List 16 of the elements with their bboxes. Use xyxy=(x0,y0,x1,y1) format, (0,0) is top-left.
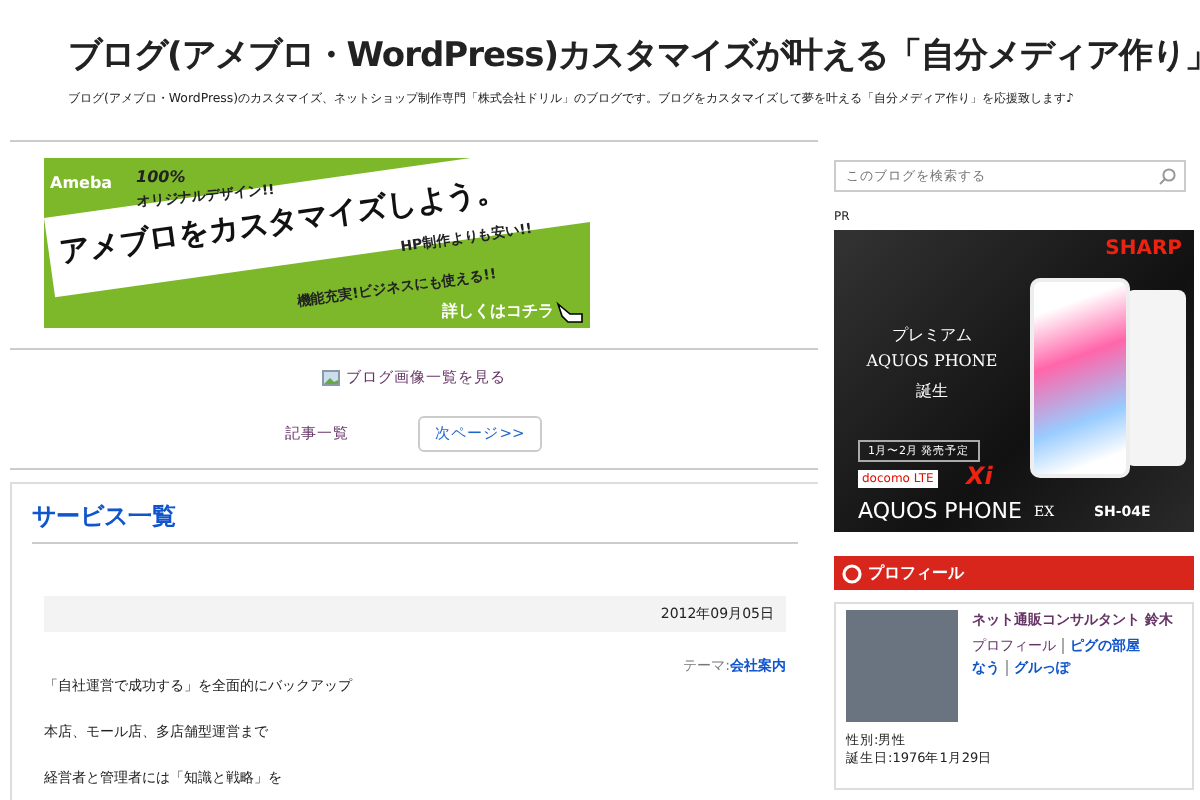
profile-heading: プロフィール xyxy=(868,562,964,584)
article-title[interactable]: サービス一覧 xyxy=(32,500,798,544)
banner-text: 100% xyxy=(136,168,186,186)
search-icon xyxy=(1158,168,1176,186)
blog-title[interactable]: ブログ(アメブロ・WordPress)カスタマイズが叶える「自分メディア作り」 xyxy=(68,32,1200,78)
ad-headline: 誕生 xyxy=(914,380,950,402)
circle-icon xyxy=(842,563,862,583)
banner-logo-text: Ameba xyxy=(50,174,113,192)
photo-placeholder xyxy=(846,610,958,722)
ad-headline: AQUOS PHONE xyxy=(864,352,1000,370)
ad-brand-text: SHARP xyxy=(1105,238,1182,260)
ad-product-text: AQUOS PHONE xyxy=(858,498,1022,524)
image-icon xyxy=(322,370,340,386)
banner-cta-text: 詳しくはコチラ xyxy=(442,300,554,322)
ad-headline: プレミアム xyxy=(890,324,974,346)
ad-xi-text: Xi xyxy=(966,462,993,490)
